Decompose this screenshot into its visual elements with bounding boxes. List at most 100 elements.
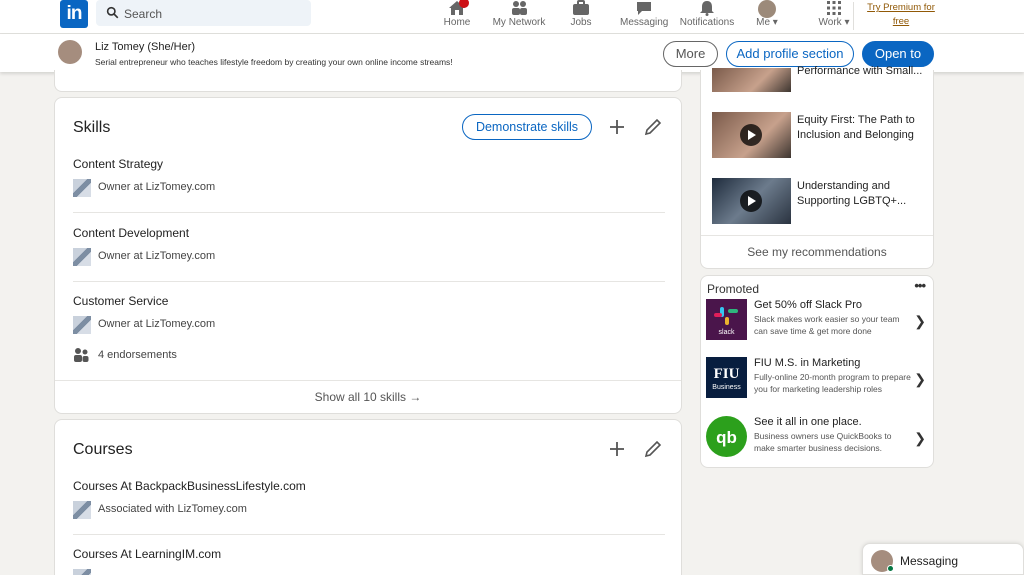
- ad-description: Fully-online 20-month program to prepare…: [754, 372, 911, 394]
- linkedin-logo[interactable]: in: [60, 0, 88, 28]
- nav-jobs[interactable]: Jobs: [566, 0, 596, 34]
- messaging-widget[interactable]: Messaging: [862, 543, 1024, 575]
- quickbooks-icon: qb: [716, 428, 737, 447]
- previous-section-card: [54, 70, 682, 92]
- nav-my-network-label: My Network: [492, 17, 546, 28]
- grid-icon: [827, 1, 841, 15]
- company-logo: [73, 179, 91, 197]
- edit-icon[interactable]: [641, 437, 665, 461]
- slack-icon: slack: [714, 307, 738, 336]
- nav-work[interactable]: Work ▾: [815, 0, 853, 34]
- bell-icon: [700, 1, 714, 16]
- profile-photo: [58, 40, 82, 64]
- try-premium-link[interactable]: Try Premium for free: [864, 1, 938, 29]
- avatar: [758, 0, 776, 18]
- skill-context-text: Owner at LizTomey.com: [98, 250, 216, 262]
- promoted-ads: Promoted ••• slack Get 50% off Slack Pro…: [700, 275, 934, 468]
- endorsements-count: 4 endorsements: [98, 349, 177, 361]
- course-context-text: Associated with LizTomey.com: [98, 503, 247, 515]
- demonstrate-skills-button[interactable]: Demonstrate skills: [462, 114, 592, 140]
- promoted-label: Promoted: [707, 282, 760, 296]
- nav-messaging-label: Messaging: [620, 17, 669, 28]
- add-icon[interactable]: [605, 115, 629, 139]
- fiu-logo: FIU Business: [706, 357, 747, 398]
- nav-home[interactable]: Home: [440, 0, 474, 34]
- ad-title[interactable]: See it all in one place.: [754, 416, 862, 428]
- skill-context-text: Owner at LizTomey.com: [98, 181, 216, 193]
- nav-notifications[interactable]: Notifications: [679, 0, 735, 34]
- chat-icon: [637, 2, 651, 15]
- search-bar[interactable]: Search: [96, 0, 311, 26]
- skills-section: Skills Demonstrate skills Content Strate…: [54, 97, 682, 414]
- edit-icon[interactable]: [641, 115, 665, 139]
- more-button[interactable]: More: [663, 41, 718, 67]
- skill-context: Owner at LizTomey.com: [73, 179, 473, 197]
- course-name: Courses At BackpackBusinessLifestyle.com: [73, 479, 306, 493]
- skill-item[interactable]: Content Strategy Owner at LizTomey.com: [73, 157, 665, 197]
- svg-text:Business: Business: [712, 384, 741, 391]
- divider: [73, 534, 665, 535]
- skill-context: Owner at LizTomey.com: [73, 248, 473, 266]
- svg-text:FIU: FIU: [714, 366, 740, 382]
- nav-jobs-label: Jobs: [570, 17, 592, 28]
- profile-name: Liz Tomey (She/Her): [95, 41, 196, 53]
- course-context: Associated with LizTomey.com: [73, 501, 473, 519]
- company-logo: [73, 316, 91, 334]
- courses-section: Courses Courses At BackpackBusinessLifes…: [54, 419, 682, 575]
- see-recommendations-button[interactable]: See my recommendations: [701, 235, 933, 268]
- course-title[interactable]: Performance with Small...: [797, 64, 925, 77]
- notification-badge: [459, 0, 469, 8]
- course-thumbnail[interactable]: [712, 178, 791, 224]
- skill-item[interactable]: Customer Service Owner at LizTomey.com 4…: [73, 294, 665, 362]
- skill-name[interactable]: Customer Service: [73, 294, 665, 308]
- skill-endorsements[interactable]: 4 endorsements: [73, 347, 473, 365]
- nav-home-label: Home: [443, 17, 471, 28]
- fiu-icon: FIU Business: [709, 366, 744, 391]
- chevron-right-icon[interactable]: ❯: [914, 313, 926, 330]
- divider: [73, 281, 665, 282]
- course-thumbnail[interactable]: [712, 112, 791, 158]
- nav-messaging[interactable]: Messaging: [620, 0, 668, 34]
- skill-context-text: Owner at LizTomey.com: [98, 318, 216, 330]
- course-thumbnail[interactable]: [712, 68, 791, 92]
- nav-divider: [853, 2, 854, 30]
- search-placeholder: Search: [124, 7, 163, 21]
- nav-my-network[interactable]: My Network: [492, 0, 546, 34]
- ad-title[interactable]: Get 50% off Slack Pro: [754, 299, 862, 311]
- skill-name[interactable]: Content Development: [73, 226, 665, 240]
- svg-text:qb: qb: [716, 428, 737, 447]
- company-logo: [73, 501, 91, 519]
- skills-title: Skills: [73, 119, 111, 136]
- people-icon: [512, 1, 527, 15]
- course-title[interactable]: Understanding and Supporting LGBTQ+...: [797, 179, 925, 209]
- nav-me[interactable]: Me ▾: [752, 0, 782, 34]
- course-title[interactable]: Equity First: The Path to Inclusion and …: [797, 113, 925, 143]
- skill-name[interactable]: Content Strategy: [73, 157, 665, 171]
- svg-text:slack: slack: [719, 329, 735, 336]
- skill-item[interactable]: Content Development Owner at LizTomey.co…: [73, 226, 665, 266]
- courses-title: Courses: [73, 441, 133, 458]
- course-name: Courses At LearningIM.com: [73, 547, 222, 561]
- learning-recommendations: Performance with Small... Equity First: …: [700, 65, 934, 269]
- nav-me-label: Me ▾: [756, 17, 778, 28]
- course-item[interactable]: Courses At BackpackBusinessLifestyle.com…: [73, 479, 665, 519]
- add-icon[interactable]: [605, 437, 629, 461]
- course-context: [73, 569, 473, 575]
- online-status-icon: [887, 565, 894, 572]
- ad-title[interactable]: FIU M.S. in Marketing: [754, 357, 860, 369]
- divider: [73, 212, 665, 213]
- chevron-right-icon[interactable]: ❯: [914, 430, 926, 447]
- chevron-right-icon[interactable]: ❯: [914, 371, 926, 388]
- ad-description: Business owners use QuickBooks to make s…: [754, 431, 892, 453]
- nav-work-label: Work ▾: [818, 17, 850, 28]
- skill-context: Owner at LizTomey.com: [73, 316, 473, 334]
- company-logo: [73, 569, 91, 575]
- more-options-icon[interactable]: •••: [914, 278, 926, 293]
- show-all-skills-button[interactable]: Show all 10 skills →: [55, 380, 681, 413]
- nav-notifications-label: Notifications: [679, 17, 735, 28]
- endorsements-icon: [74, 348, 89, 362]
- course-item[interactable]: Courses At LearningIM.com: [73, 547, 665, 575]
- global-nav: in Search Home My Network Jobs Messaging…: [0, 0, 1024, 34]
- profile-headline: Serial entrepreneur who teaches lifestyl…: [95, 57, 453, 67]
- ad-description: Slack makes work easier so your team can…: [754, 314, 900, 336]
